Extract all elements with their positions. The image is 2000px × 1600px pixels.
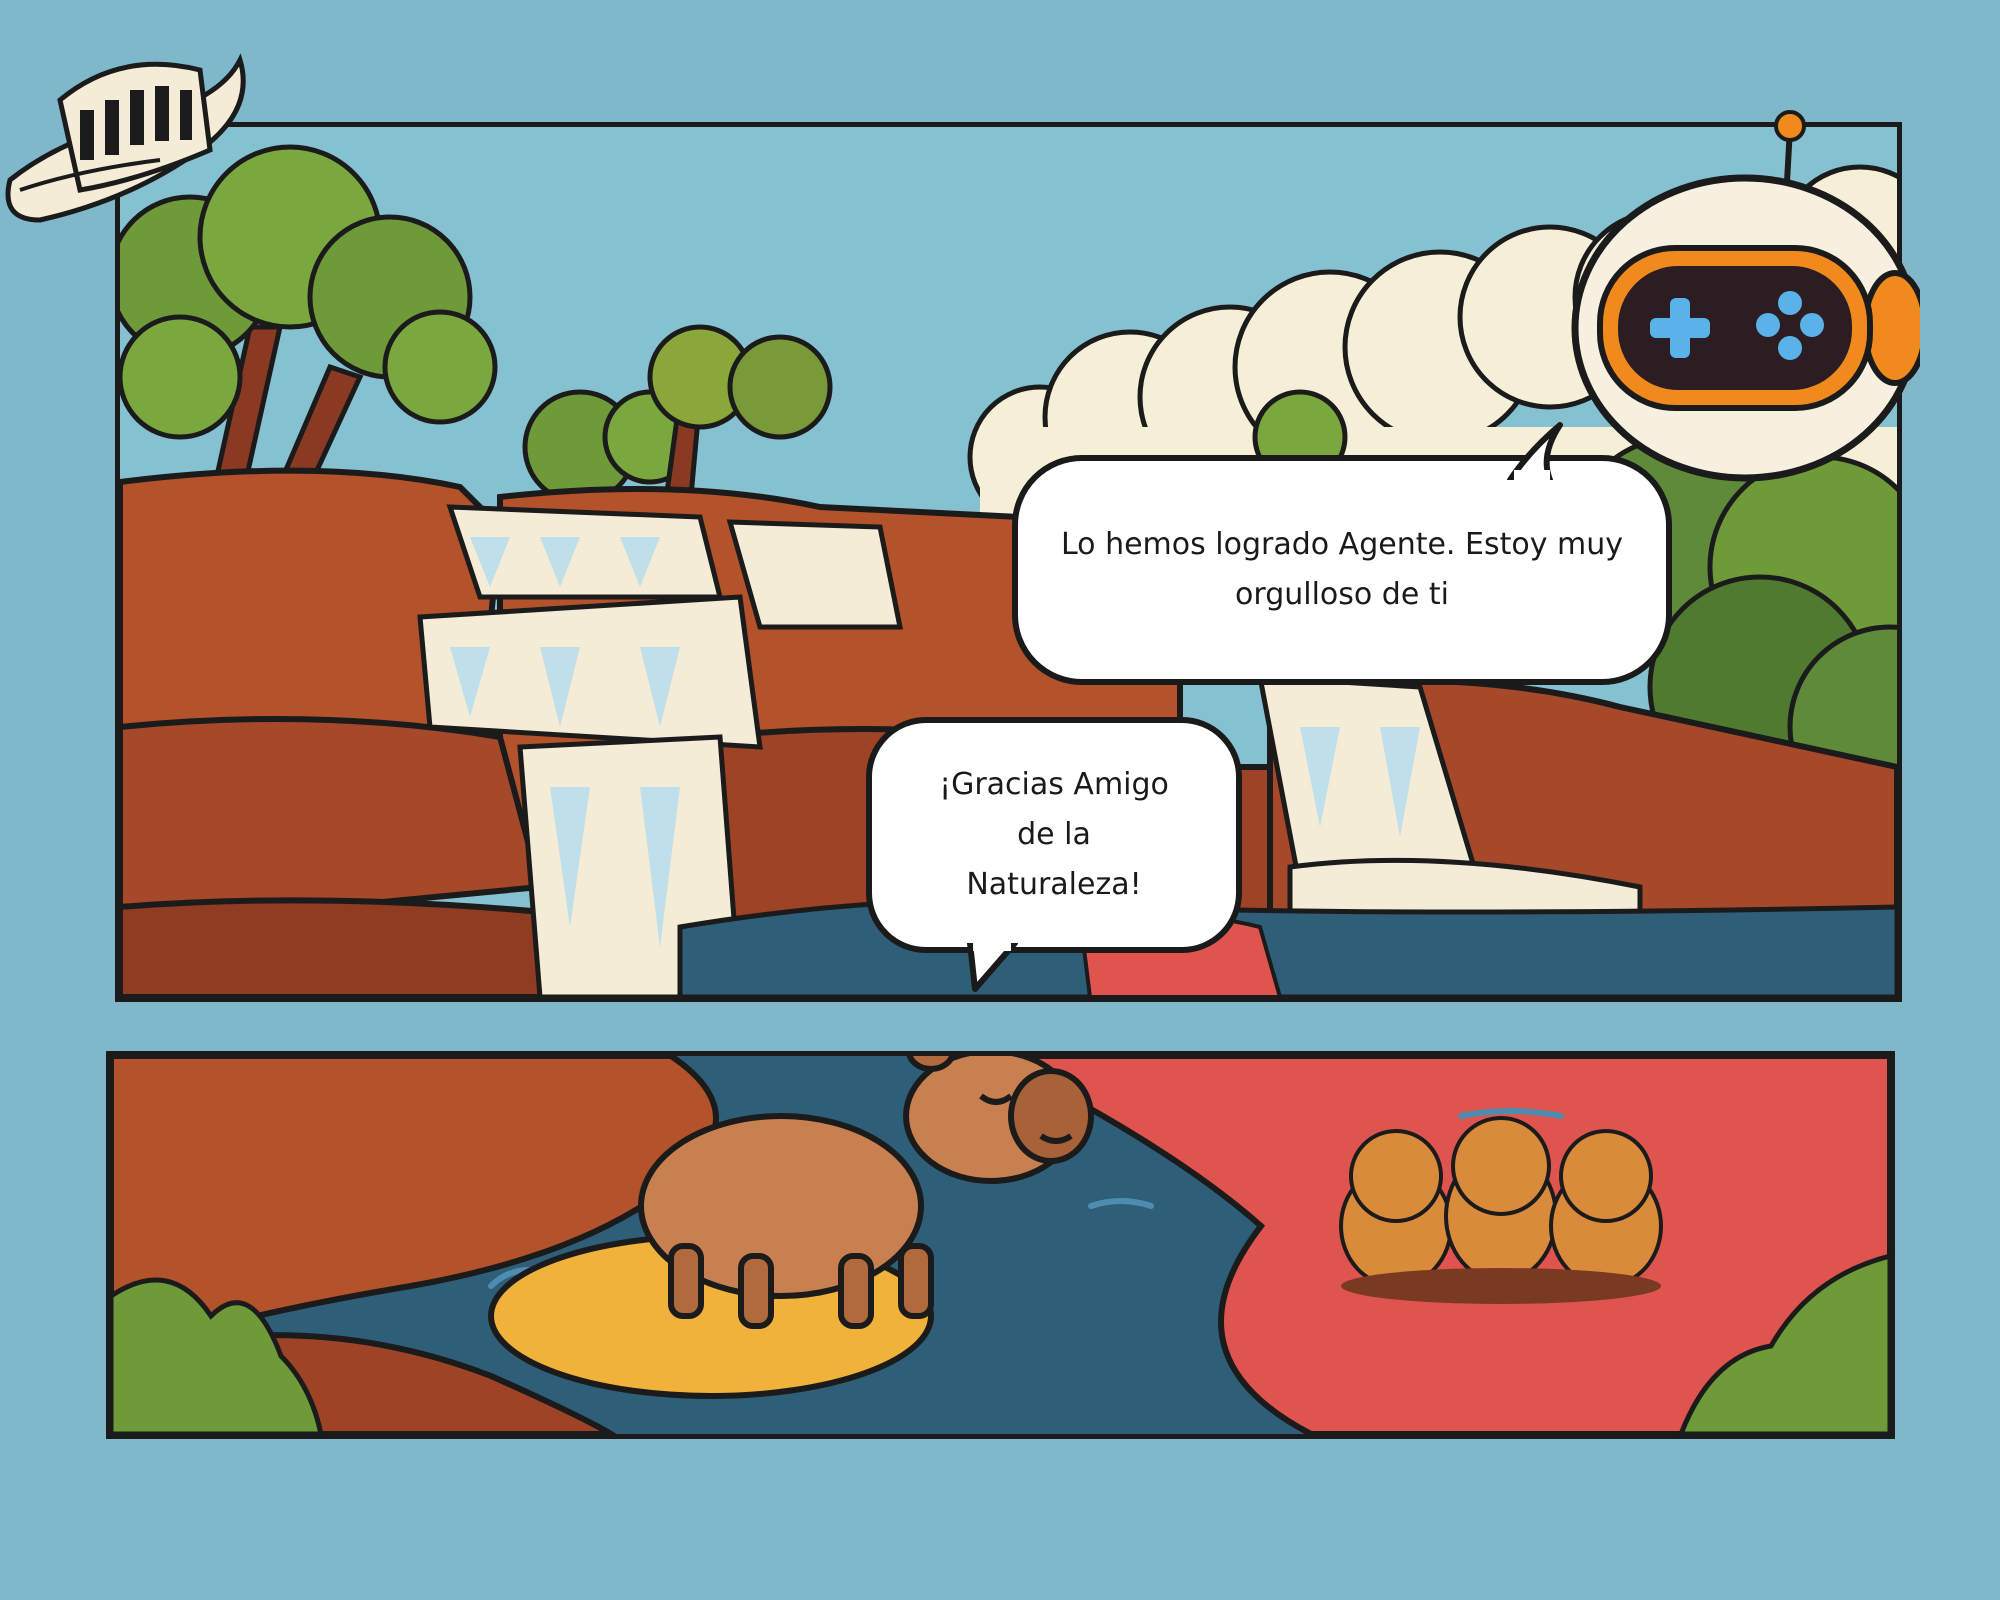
- robot-bubble-tail: [1507, 422, 1563, 480]
- river-scene: [111, 1056, 1890, 1434]
- river-top: [677, 897, 1897, 997]
- robot-speech-bubble: Lo hemos logrado Agente. Estoy muy orgul…: [1012, 455, 1672, 685]
- robot-dialogue-text: Lo hemos logrado Agente. Estoy muy orgul…: [1061, 527, 1623, 612]
- capybara-dialogue-text: ¡Gracias Amigo de la Naturaleza!: [939, 767, 1169, 902]
- sombrero-vueltiao-icon: [5, 53, 246, 223]
- capybara-speech-bubble: ¡Gracias Amigo de la Naturaleza!: [866, 717, 1242, 953]
- comic-panel-bottom: [106, 1051, 1895, 1439]
- baby-capybara-icon: [1339, 1116, 1663, 1304]
- game-robot-icon: [1571, 110, 1920, 482]
- capybara-bubble-tail: [967, 943, 1018, 992]
